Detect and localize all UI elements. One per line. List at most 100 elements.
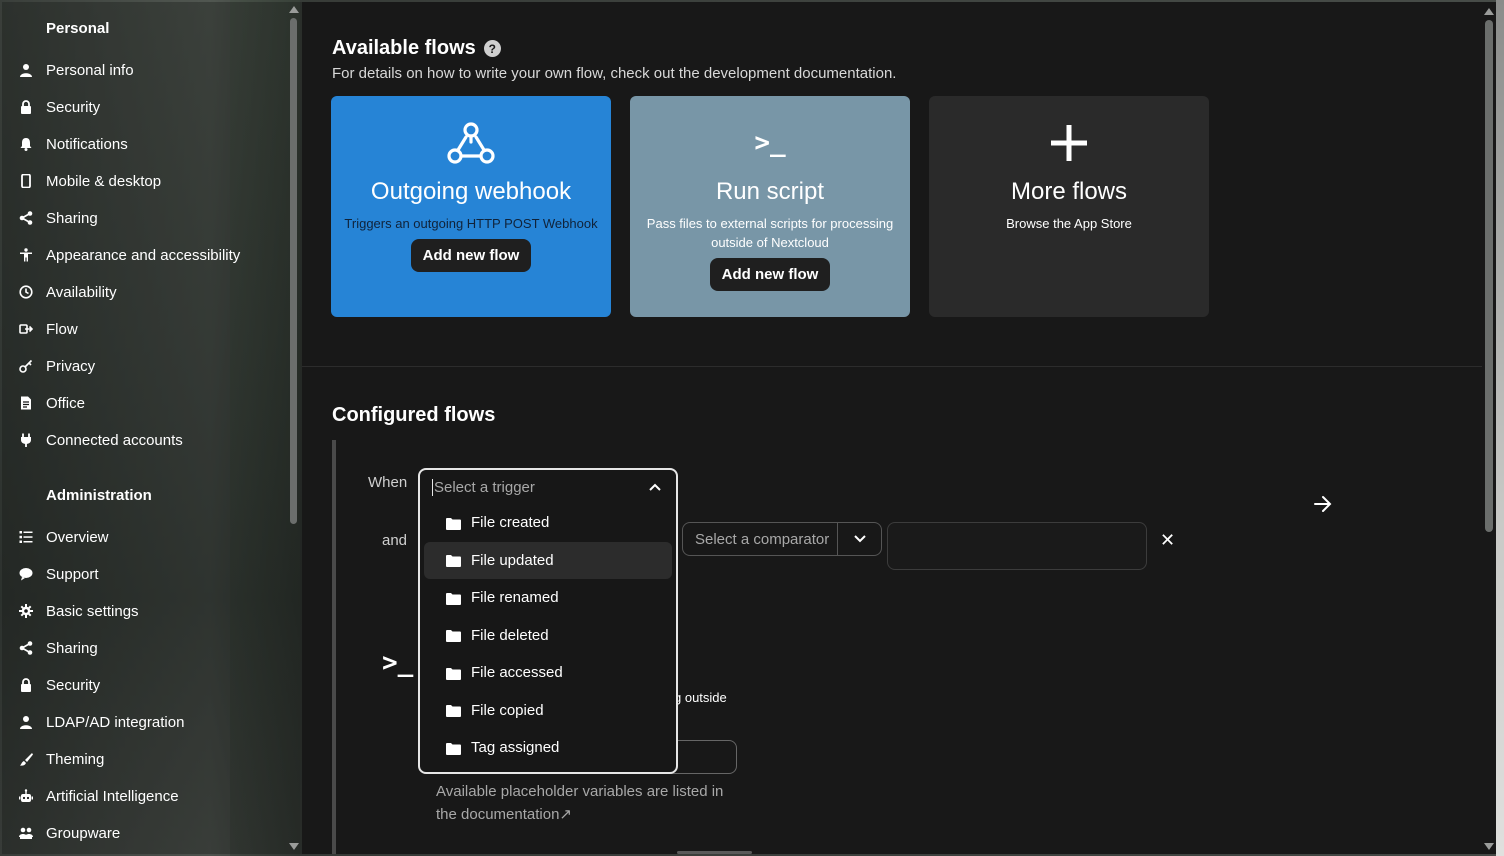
sidebar-item-label: Connected accounts [46,431,183,449]
sidebar-item-admin-sharing[interactable]: Sharing [2,631,286,665]
main-scroll-thumb[interactable] [1485,20,1493,532]
terminal-icon: >_ [754,128,786,158]
gear-icon [2,604,46,618]
trigger-option[interactable]: File deleted [424,617,672,655]
sidebar-item-label: Appearance and accessibility [46,246,241,264]
sidebar-item-admin-security[interactable]: Security [2,668,286,702]
folder-icon [446,704,461,718]
trigger-option-label: File accessed [471,664,563,682]
sidebar-item-personal-mobile-desktop[interactable]: Mobile & desktop [2,164,286,198]
sidebar-item-label: Overview [46,528,109,546]
sidebar-item-label: Notifications [46,135,128,153]
list-icon [2,530,46,544]
sidebar-item-admin-overview[interactable]: Overview [2,520,286,554]
key-icon [2,359,46,373]
trigger-option[interactable]: File updated [424,541,672,579]
trigger-select-dropdown[interactable]: Select a trigger File created File update… [418,468,678,774]
folder-icon [446,554,461,568]
add-script-flow-button[interactable]: Add new flow [709,258,831,291]
sidebar-item-label: Basic settings [46,602,139,620]
sidebar-scroll-thumb[interactable] [290,18,297,524]
scroll-down-arrow-icon[interactable] [1484,843,1494,850]
chevron-up-icon[interactable] [648,482,662,492]
sidebar-item-label: Personal info [46,61,134,79]
card-title: Run script [715,178,825,205]
sidebar-item-personal-flow[interactable]: Flow [2,312,286,346]
sidebar-item-personal-sharing[interactable]: Sharing [2,201,286,235]
folder-icon [446,629,461,643]
trigger-option-label: Tag assigned [471,739,560,757]
card-run-script: >_ Run script Pass files to external scr… [630,96,910,317]
trigger-option[interactable]: File created [424,504,672,542]
sidebar-item-label: Security [46,98,101,116]
person-icon [2,63,46,77]
settings-sidebar: Personal Personal info Security Notificati… [2,2,302,854]
sidebar-item-label: Availability [46,283,117,301]
folder-icon [446,592,461,605]
sidebar-item-admin-theming[interactable]: Theming [2,742,286,776]
chat-icon [2,567,46,581]
close-icon[interactable]: ✕ [1160,530,1175,551]
add-webhook-flow-button[interactable]: Add new flow [410,239,532,272]
group-icon [2,826,46,840]
comparator-select[interactable]: Select a comparator [682,522,882,556]
sidebar-item-personal-security[interactable]: Security [2,90,286,124]
folder-icon [446,517,461,530]
trigger-select-input[interactable]: Select a trigger [420,470,676,504]
sidebar-heading-personal: Personal [46,20,110,37]
desktop-edge [1496,0,1504,856]
phone-icon [2,174,46,188]
scroll-up-arrow-icon[interactable] [289,6,299,13]
sidebar-item-personal-appearance-and-accessibility[interactable]: Appearance and accessibility [2,238,286,272]
accessibility-icon [2,248,46,262]
sidebar-item-personal-office[interactable]: Office [2,386,286,420]
card-description: Triggers an outgoing HTTP POST Webhook [344,216,598,231]
sidebar-item-label: Mobile & desktop [46,172,162,190]
person-icon [2,715,46,729]
chevron-down-icon[interactable] [837,523,881,555]
sidebar-item-label: Sharing [46,639,98,657]
plus-icon [1047,116,1091,170]
trigger-option[interactable]: File copied [424,692,672,730]
trigger-option-label: File copied [471,701,544,719]
sidebar-item-label: LDAP/AD integration [46,713,185,731]
folder-icon [446,742,461,755]
sidebar-item-label: Theming [46,750,105,768]
trigger-option[interactable]: File accessed [424,654,672,692]
when-label: When [368,474,408,491]
configured-flows-title: Configured flows [332,404,496,426]
document-icon [2,396,46,410]
trigger-option[interactable]: File renamed [424,579,672,617]
sidebar-item-label: Security [46,676,101,694]
sidebar-item-label: Groupware [46,824,121,842]
and-label: and [382,532,408,549]
sidebar-heading-administration: Administration [46,487,152,504]
card-more-flows[interactable]: More flows Browse the App Store [929,96,1209,317]
bottom-indicator [677,851,752,854]
sidebar-item-label: Artificial Intelligence [46,787,179,805]
sidebar-scrollbar[interactable] [288,2,300,852]
trigger-search-input[interactable]: Select a trigger [432,478,535,496]
sidebar-item-personal-privacy[interactable]: Privacy [2,349,286,383]
sidebar-item-personal-personal-info[interactable]: Personal info [2,53,286,87]
placeholder-documentation-link[interactable]: Available placeholder variables are list… [436,780,746,826]
scroll-up-arrow-icon[interactable] [1484,8,1494,15]
trigger-option[interactable]: Tag assigned [424,729,672,767]
help-icon[interactable]: ? [483,40,501,57]
plug-icon [2,433,46,447]
sidebar-item-admin-basic-settings[interactable]: Basic settings [2,594,286,628]
scroll-down-arrow-icon[interactable] [289,843,299,850]
sidebar-item-personal-notifications[interactable]: Notifications [2,127,286,161]
sidebar-item-admin-ldap-ad-integration[interactable]: LDAP/AD integration [2,705,286,739]
sidebar-item-admin-support[interactable]: Support [2,557,286,591]
sidebar-item-admin-artificial-intelligence[interactable]: Artificial Intelligence [2,779,286,813]
check-value-input[interactable] [887,522,1147,570]
sidebar-item-personal-connected-accounts[interactable]: Connected accounts [2,423,286,457]
sidebar-item-label: Support [46,565,99,583]
sidebar-item-personal-availability[interactable]: Availability [2,275,286,309]
arrow-right-icon [1312,494,1334,519]
share-icon [2,211,46,225]
sidebar-item-admin-groupware[interactable]: Groupware [2,816,286,850]
flow-icon [2,322,46,336]
main-scrollbar[interactable] [1482,2,1496,854]
